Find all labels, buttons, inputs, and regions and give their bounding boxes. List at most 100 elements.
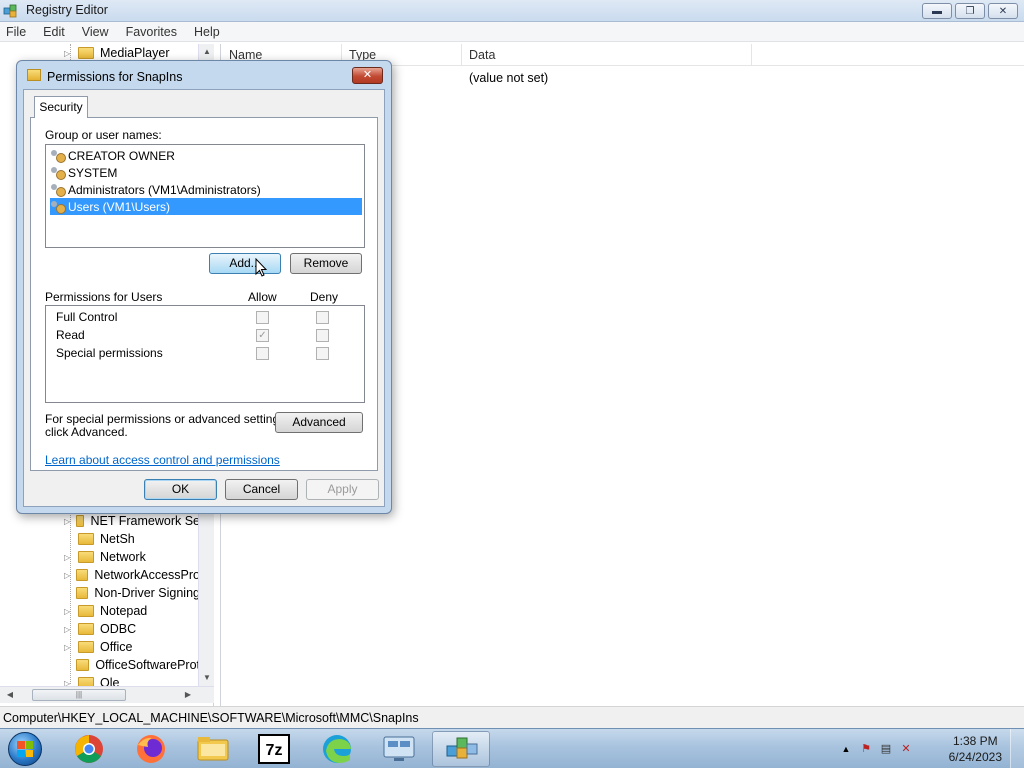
ok-button[interactable]: OK <box>144 479 217 500</box>
expand-arrow-icon[interactable]: ▷ <box>64 49 72 58</box>
folder-icon <box>27 69 41 81</box>
tree-item[interactable]: ▷ Notepad <box>0 602 200 620</box>
advanced-hint-line1: For special permissions or advanced sett… <box>45 412 289 426</box>
tree-item[interactable]: ▷ Network <box>0 548 200 566</box>
window-title: Registry Editor <box>26 3 108 17</box>
value-data-cell[interactable]: (value not set) <box>469 71 548 85</box>
user-list-item[interactable]: CREATOR OWNER <box>50 147 362 164</box>
taskbar-registry-editor[interactable] <box>432 731 490 767</box>
folder-icon <box>76 569 89 581</box>
add-button[interactable]: Add... <box>209 253 281 274</box>
permission-row: Read ✓ <box>56 328 356 344</box>
dialog-close-button[interactable]: ✕ <box>352 67 383 84</box>
user-group-icon <box>50 183 66 197</box>
tree-item[interactable]: ▷ NET Framework Se <box>0 512 200 530</box>
advanced-button[interactable]: Advanced <box>275 412 363 433</box>
user-group-icon <box>50 166 66 180</box>
folder-icon <box>78 533 94 545</box>
volume-muted-icon[interactable]: ✕ <box>898 741 914 757</box>
start-button[interactable] <box>4 731 48 767</box>
taskbar: 7z ▲ ⚑ ▤ ✕ 1:38 PM 6/24/2023 <box>0 728 1024 769</box>
windows-flag-icon <box>17 741 33 757</box>
taskbar-7zip[interactable]: 7z <box>246 731 304 767</box>
user-group-icon <box>50 149 66 163</box>
expand-arrow-icon[interactable]: ▷ <box>64 571 70 580</box>
deny-header: Deny <box>310 290 339 304</box>
user-list-item[interactable]: SYSTEM <box>50 164 362 181</box>
dialog-title-bar[interactable]: Permissions for SnapIns ✕ <box>17 61 391 89</box>
deny-read-checkbox[interactable] <box>316 329 329 342</box>
remote-desktop-icon <box>383 736 415 761</box>
scroll-left-arrow-icon[interactable]: ◀ <box>2 687 18 703</box>
clock-date: 6/24/2023 <box>948 750 1002 764</box>
allow-read-checkbox[interactable]: ✓ <box>256 329 269 342</box>
folder-icon <box>78 641 94 653</box>
scroll-right-arrow-icon[interactable]: ▶ <box>180 687 196 703</box>
menu-help[interactable]: Help <box>192 25 222 39</box>
action-center-flag-icon[interactable]: ⚑ <box>858 741 874 757</box>
svg-text:7z: 7z <box>266 742 283 759</box>
taskbar-firefox[interactable] <box>122 731 180 767</box>
column-data[interactable]: Data <box>469 48 495 62</box>
folder-icon <box>75 587 89 599</box>
dialog-title: Permissions for SnapIns <box>47 70 183 84</box>
registry-editor-app-icon <box>3 4 17 18</box>
status-bar: Computer\HKEY_LOCAL_MACHINE\SOFTWARE\Mic… <box>0 706 1024 728</box>
permissions-dialog: Permissions for SnapIns ✕ Security Group… <box>16 60 392 514</box>
expand-arrow-icon[interactable]: ▷ <box>64 607 72 616</box>
tree-item[interactable]: Non-Driver Signing <box>0 584 200 602</box>
network-icon[interactable]: ▤ <box>878 741 894 757</box>
menu-favorites[interactable]: Favorites <box>124 25 179 39</box>
tree-horizontal-scrollbar[interactable]: ◀ ||| ▶ <box>0 686 214 703</box>
expand-arrow-icon[interactable]: ▷ <box>64 517 70 526</box>
title-bar: Registry Editor ▬ ❐ ✕ <box>0 0 1024 22</box>
maximize-button[interactable]: ❐ <box>955 3 985 19</box>
allow-special-checkbox[interactable] <box>256 347 269 360</box>
deny-full-control-checkbox[interactable] <box>316 311 329 324</box>
taskbar-edge[interactable] <box>308 731 366 767</box>
tree-item[interactable]: ▷ Office <box>0 638 200 656</box>
taskbar-chrome[interactable] <box>60 731 118 767</box>
taskbar-explorer[interactable] <box>184 731 242 767</box>
scroll-up-arrow-icon[interactable]: ▲ <box>199 44 215 60</box>
folder-icon <box>78 551 94 563</box>
user-group-icon <box>50 200 66 214</box>
allow-header: Allow <box>248 290 277 304</box>
show-hidden-icons-arrow-icon[interactable]: ▲ <box>838 741 854 757</box>
allow-full-control-checkbox[interactable] <box>256 311 269 324</box>
deny-special-checkbox[interactable] <box>316 347 329 360</box>
taskbar-remote-desktop[interactable] <box>370 731 428 767</box>
tree-item[interactable]: ▷ NetworkAccessPro <box>0 566 200 584</box>
mouse-cursor-icon <box>255 258 268 277</box>
7zip-icon: 7z <box>258 734 290 764</box>
folder-icon <box>78 47 94 59</box>
clock[interactable]: 1:38 PM 6/24/2023 <box>949 733 1002 765</box>
minimize-button[interactable]: ▬ <box>922 3 952 19</box>
remove-button[interactable]: Remove <box>290 253 362 274</box>
tab-security[interactable]: Security <box>34 96 88 118</box>
expand-arrow-icon[interactable]: ▷ <box>64 643 72 652</box>
close-window-button[interactable]: ✕ <box>988 3 1018 19</box>
menu-edit[interactable]: Edit <box>41 25 67 39</box>
user-list-item-selected[interactable]: Users (VM1\Users) <box>50 198 362 215</box>
tree-item[interactable]: OfficeSoftwareProt <box>0 656 200 674</box>
menu-file[interactable]: File <box>4 25 28 39</box>
user-list-item[interactable]: Administrators (VM1\Administrators) <box>50 181 362 198</box>
edge-icon <box>323 735 351 763</box>
apply-button[interactable]: Apply <box>306 479 379 500</box>
scroll-down-arrow-icon[interactable]: ▼ <box>199 670 215 686</box>
expand-arrow-icon[interactable]: ▷ <box>64 553 72 562</box>
group-label: Group or user names: <box>45 128 162 142</box>
scroll-thumb[interactable]: ||| <box>32 689 126 701</box>
user-list[interactable]: CREATOR OWNER SYSTEM Administrators (VM1… <box>45 144 365 248</box>
expand-arrow-icon[interactable]: ▷ <box>64 625 72 634</box>
tree-item[interactable]: NetSh <box>0 530 200 548</box>
menu-view[interactable]: View <box>80 25 111 39</box>
tree-item[interactable]: ▷ ODBC <box>0 620 200 638</box>
learn-access-control-link[interactable]: Learn about access control and permissio… <box>45 453 280 467</box>
cancel-button[interactable]: Cancel <box>225 479 298 500</box>
show-desktop-button[interactable] <box>1010 729 1024 769</box>
advanced-hint-line2: click Advanced. <box>45 425 128 439</box>
clock-time: 1:38 PM <box>952 734 998 748</box>
dialog-body: Security Group or user names: CREATOR OW… <box>23 89 385 507</box>
